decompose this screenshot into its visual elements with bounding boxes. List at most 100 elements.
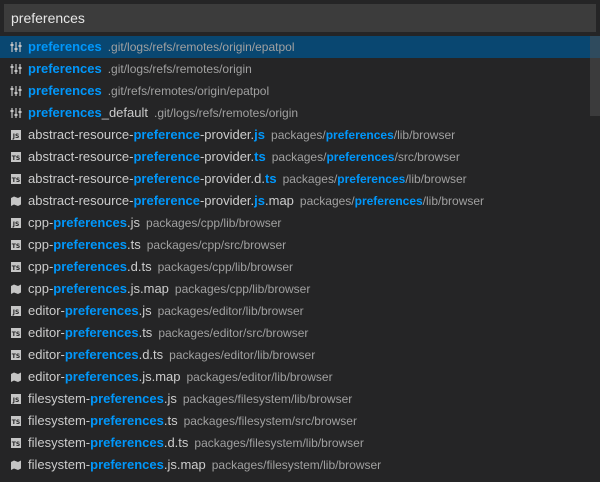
result-item[interactable]: TS filesystem-preferences.d.ts packages/fi… xyxy=(0,432,600,454)
match-highlight: preferences xyxy=(28,61,102,76)
label-text: .js.map xyxy=(138,369,181,384)
path-text: packages/editor/src/browser xyxy=(158,326,309,340)
result-item[interactable]: TS abstract-resource-preference-provider.… xyxy=(0,168,600,190)
label-text: filesystem- xyxy=(28,457,91,472)
result-path: packages/cpp/src/browser xyxy=(147,234,286,256)
result-label: editor-preferences.js.map xyxy=(28,366,180,388)
label-text: editor- xyxy=(28,369,65,384)
result-item[interactable]: TS cpp-preferences.d.ts packages/cpp/lib/b… xyxy=(0,256,600,278)
result-item[interactable]: JS filesystem-preferences.js packages/file… xyxy=(0,388,600,410)
result-item[interactable]: TS abstract-resource-preference-provider.… xyxy=(0,146,600,168)
result-label: filesystem-preferences.d.ts xyxy=(28,432,188,454)
search-input[interactable] xyxy=(4,4,596,32)
result-label: editor-preferences.ts xyxy=(28,322,152,344)
match-highlight: preferences xyxy=(90,435,164,450)
result-item[interactable]: JS cpp-preferences.js packages/cpp/lib/bro… xyxy=(0,212,600,234)
svg-text:TS: TS xyxy=(12,331,20,338)
label-text: filesystem- xyxy=(28,435,91,450)
result-item[interactable]: editor-preferences.js.map packages/editor… xyxy=(0,366,600,388)
result-item[interactable]: filesystem-preferences.js.map packages/fi… xyxy=(0,454,600,476)
path-text: /src/browser xyxy=(394,150,460,164)
result-item[interactable]: preferences .git/logs/refs/remotes/origin… xyxy=(0,36,600,58)
map-file-icon xyxy=(10,195,22,207)
match-highlight: preferences xyxy=(28,105,102,120)
settings-icon xyxy=(10,85,22,97)
path-text: packages/editor/lib/browser xyxy=(186,370,333,384)
result-item[interactable]: abstract-resource-preference-provider.js… xyxy=(0,190,600,212)
result-path: packages/editor/lib/browser xyxy=(169,344,315,366)
label-text: .d.ts xyxy=(127,259,152,274)
ts-file-icon: TS xyxy=(10,437,22,449)
path-text: .git/logs/refs/remotes/origin xyxy=(153,106,299,120)
js-file-icon: JS xyxy=(10,217,22,229)
result-label: preferences xyxy=(28,80,102,102)
label-text: cpp- xyxy=(28,237,54,252)
match-highlight: preference xyxy=(133,193,200,208)
match-highlight: preferences xyxy=(337,172,406,186)
match-highlight: preferences xyxy=(53,281,128,296)
path-text: .git/logs/refs/remotes/origin xyxy=(107,62,252,76)
label-text: editor- xyxy=(28,303,65,318)
path-text: .git/refs/remotes/origin/epatpol xyxy=(107,84,270,98)
result-item[interactable]: cpp-preferences.js.map packages/cpp/lib/b… xyxy=(0,278,600,300)
result-item[interactable]: preferences .git/logs/refs/remotes/origin xyxy=(0,58,600,80)
path-text: packages/filesystem/lib/browser xyxy=(211,458,382,472)
svg-text:TS: TS xyxy=(12,419,20,426)
result-item[interactable]: TS editor-preferences.ts packages/editor/s… xyxy=(0,322,600,344)
label-text: .ts xyxy=(163,413,178,428)
result-path: packages/editor/lib/browser xyxy=(186,366,332,388)
match-highlight: ts xyxy=(265,171,277,186)
result-item[interactable]: preferences_default .git/logs/refs/remote… xyxy=(0,102,600,124)
result-path: packages/preferences/lib/browser xyxy=(300,190,484,212)
result-label: abstract-resource-preference-provider.js… xyxy=(28,190,294,212)
label-text: cpp- xyxy=(28,259,54,274)
match-highlight: preferences xyxy=(53,259,128,274)
result-label: cpp-preferences.d.ts xyxy=(28,256,152,278)
result-item[interactable]: TS editor-preferences.d.ts packages/editor… xyxy=(0,344,600,366)
path-text: /lib/browser xyxy=(405,172,467,186)
ts-file-icon: TS xyxy=(10,349,22,361)
label-text: filesystem- xyxy=(28,413,91,428)
ts-file-icon: TS xyxy=(10,261,22,273)
result-item[interactable]: preferences .git/refs/remotes/origin/epat… xyxy=(0,80,600,102)
result-label: abstract-resource-preference-provider.ts xyxy=(28,146,266,168)
result-item[interactable]: TS cpp-preferences.ts packages/cpp/src/bro… xyxy=(0,234,600,256)
map-file-icon xyxy=(10,283,22,295)
result-item[interactable]: TS filesystem-preferences.ts packages/file… xyxy=(0,410,600,432)
match-highlight: preferences xyxy=(354,194,423,208)
label-text: editor- xyxy=(28,347,65,362)
result-path: packages/filesystem/lib/browser xyxy=(194,432,363,454)
label-text: .d.ts xyxy=(138,347,164,362)
path-text: /lib/browser xyxy=(393,128,456,142)
result-item[interactable]: JS abstract-resource-preference-provider.… xyxy=(0,124,600,146)
path-text: packages/cpp/lib/browser xyxy=(146,216,282,230)
match-highlight: ts xyxy=(254,149,266,164)
path-text: /lib/browser xyxy=(422,194,485,208)
path-text: packages/ xyxy=(299,194,355,208)
path-text: packages/filesystem/lib/browser xyxy=(194,436,364,450)
label-text: .d.ts xyxy=(163,435,189,450)
results-list: preferences .git/logs/refs/remotes/origin… xyxy=(0,36,600,482)
result-path: .git/logs/refs/remotes/origin xyxy=(154,102,298,124)
result-path: packages/cpp/lib/browser xyxy=(146,212,281,234)
result-label: filesystem-preferences.js xyxy=(28,388,177,410)
label-text: -provider. xyxy=(199,193,255,208)
result-label: abstract-resource-preference-provider.js xyxy=(28,124,265,146)
svg-text:TS: TS xyxy=(12,353,20,360)
result-label: preferences xyxy=(28,36,102,58)
settings-icon xyxy=(10,107,22,119)
result-path: .git/logs/refs/remotes/origin xyxy=(108,58,252,80)
label-text: abstract-resource- xyxy=(28,127,134,142)
svg-text:JS: JS xyxy=(12,309,20,316)
label-text: .js xyxy=(127,215,141,230)
result-item[interactable]: JS editor-preferences.js packages/editor/l… xyxy=(0,300,600,322)
scrollbar-thumb[interactable] xyxy=(590,36,600,116)
label-text: .map xyxy=(265,193,294,208)
label-text: .js.map xyxy=(127,281,169,296)
quick-open-palette: preferences .git/logs/refs/remotes/origin… xyxy=(0,0,600,482)
svg-text:TS: TS xyxy=(12,441,20,448)
label-text: cpp- xyxy=(28,215,54,230)
result-label: cpp-preferences.js.map xyxy=(28,278,169,300)
ts-file-icon: TS xyxy=(10,173,22,185)
svg-text:TS: TS xyxy=(12,177,20,184)
